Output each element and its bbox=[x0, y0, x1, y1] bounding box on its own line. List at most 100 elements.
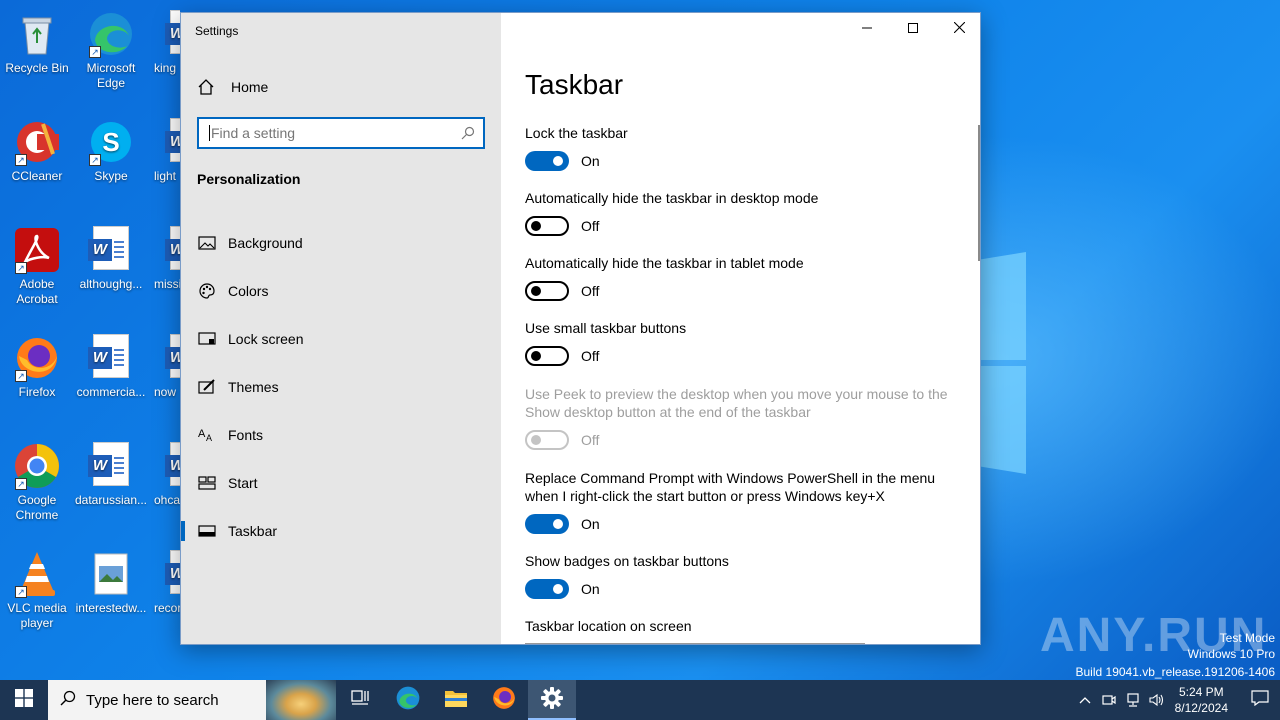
toggle-badges[interactable]: On bbox=[525, 579, 600, 599]
toggle-lock-taskbar[interactable]: On bbox=[525, 151, 600, 171]
chrome-icon: ↗ bbox=[13, 442, 61, 490]
svg-text:A: A bbox=[198, 428, 206, 440]
action-center-button[interactable] bbox=[1240, 689, 1280, 711]
desktop-icon-image-file[interactable]: interestedw... bbox=[74, 550, 148, 616]
desktop-icon-label: datarussian... bbox=[74, 493, 148, 507]
word-doc-icon: W bbox=[148, 10, 180, 58]
minimize-button[interactable] bbox=[844, 13, 890, 45]
setting-label-taskbar-location: Taskbar location on screen bbox=[525, 618, 692, 634]
desktop-icon-adobe-acrobat[interactable]: ↗ Adobe Acrobat bbox=[0, 226, 74, 307]
desktop-icon-skype[interactable]: S ↗ Skype bbox=[74, 118, 148, 184]
firefox-icon: ↗ bbox=[13, 334, 61, 382]
search-icon bbox=[60, 690, 76, 710]
setting-label-autohide-tablet: Automatically hide the taskbar in tablet… bbox=[525, 255, 804, 271]
word-doc-icon: W bbox=[148, 442, 180, 490]
maximize-button[interactable] bbox=[890, 13, 936, 45]
desktop-icon-word-doc[interactable]: W recor bbox=[148, 550, 180, 616]
sidebar-item-fonts[interactable]: AA Fonts bbox=[181, 411, 501, 459]
toggle-state-label: Off bbox=[581, 283, 600, 299]
maximize-icon bbox=[908, 20, 918, 38]
desktop-icon-word-doc[interactable]: W light bbox=[148, 118, 180, 184]
settings-window: Settings Home Find a setting Personaliza… bbox=[180, 12, 981, 645]
find-setting-input[interactable]: Find a setting bbox=[197, 117, 485, 149]
task-view-button[interactable] bbox=[336, 680, 384, 720]
word-doc-icon: W bbox=[87, 226, 135, 274]
text-caret bbox=[209, 125, 210, 141]
desktop-icon-word-doc[interactable]: W althoughg... bbox=[74, 226, 148, 292]
setting-label-lock-taskbar: Lock the taskbar bbox=[525, 125, 628, 141]
page-title: Taskbar bbox=[525, 69, 624, 100]
toggle-autohide-tablet[interactable]: Off bbox=[525, 281, 599, 301]
notification-icon bbox=[1251, 689, 1269, 711]
sidebar-item-start[interactable]: Start bbox=[181, 459, 501, 507]
desktop-icon-label: Firefox bbox=[18, 385, 56, 399]
desktop-icon-firefox[interactable]: ↗ Firefox bbox=[0, 334, 74, 400]
desktop-icon-label: missi bbox=[154, 277, 180, 291]
sidebar-item-label: Colors bbox=[228, 283, 269, 299]
volume-icon[interactable] bbox=[1145, 693, 1169, 707]
sidebar-item-taskbar[interactable]: Taskbar bbox=[181, 507, 501, 555]
desktop-icon-label: Adobe Acrobat bbox=[16, 277, 58, 306]
acrobat-icon: ↗ bbox=[13, 226, 61, 274]
desktop-icon-word-doc[interactable]: W datarussian... bbox=[74, 442, 148, 508]
palette-icon bbox=[197, 281, 217, 301]
toggle-switch[interactable] bbox=[525, 151, 569, 171]
toggle-powershell[interactable]: On bbox=[525, 514, 600, 534]
desktop-icon-recycle-bin[interactable]: Recycle Bin bbox=[0, 10, 74, 76]
desktop-icon-word-doc[interactable]: W king bbox=[148, 10, 180, 76]
desktop-icon-word-doc[interactable]: W now bbox=[148, 334, 180, 400]
taskbar-search-box[interactable]: Type here to search bbox=[48, 680, 336, 720]
start-icon bbox=[197, 473, 217, 493]
taskbar-location-dropdown[interactable] bbox=[525, 643, 865, 644]
desktop-icon-label: CCleaner bbox=[11, 169, 63, 183]
sidebar-item-label: Taskbar bbox=[228, 523, 278, 539]
desktop-icon-microsoft-edge[interactable]: ↗ Microsoft Edge bbox=[74, 10, 148, 91]
desktop-icon-google-chrome[interactable]: ↗ Google Chrome bbox=[0, 442, 74, 523]
toggle-switch[interactable] bbox=[525, 346, 569, 366]
toggle-switch[interactable] bbox=[525, 514, 569, 534]
toggle-state-label: Off bbox=[581, 348, 600, 364]
desktop-icon-word-doc[interactable]: W commercia... bbox=[74, 334, 148, 400]
close-icon bbox=[953, 20, 965, 38]
search-icon bbox=[461, 126, 475, 143]
desktop-icon-ccleaner[interactable]: ↗ CCleaner bbox=[0, 118, 74, 184]
recycle-bin-icon bbox=[13, 10, 61, 58]
desktop-icon-label: althoughg... bbox=[79, 277, 143, 291]
toggle-autohide-desktop[interactable]: Off bbox=[525, 216, 599, 236]
sidebar-item-label: Start bbox=[228, 475, 258, 491]
sidebar-item-label: Background bbox=[228, 235, 303, 251]
window-title: Settings bbox=[195, 24, 239, 38]
sidebar-item-background[interactable]: Background bbox=[181, 219, 501, 267]
meet-now-icon[interactable] bbox=[1097, 693, 1121, 707]
chevron-up-icon[interactable] bbox=[1073, 696, 1097, 704]
content-scrollbar[interactable] bbox=[978, 125, 980, 261]
desktop-icon-label: now bbox=[154, 385, 177, 399]
sidebar-item-colors[interactable]: Colors bbox=[181, 267, 501, 315]
toggle-switch[interactable] bbox=[525, 281, 569, 301]
taskbar-app-edge[interactable] bbox=[384, 680, 432, 720]
setting-label-peek: Use Peek to preview the desktop when you… bbox=[525, 386, 948, 420]
close-button[interactable] bbox=[936, 13, 980, 45]
svg-text:S: S bbox=[102, 127, 119, 157]
desktop-icon-word-doc[interactable]: W ohca bbox=[148, 442, 180, 508]
sidebar-item-label: Lock screen bbox=[228, 331, 304, 347]
vlc-icon: ↗ bbox=[13, 550, 61, 598]
taskbar-app-firefox[interactable] bbox=[480, 680, 528, 720]
network-icon[interactable] bbox=[1121, 693, 1145, 707]
taskbar-clock[interactable]: 5:24 PM 8/12/2024 bbox=[1175, 684, 1228, 716]
sidebar-item-lock-screen[interactable]: Lock screen bbox=[181, 315, 501, 363]
desktop-icon-vlc[interactable]: ↗ VLC media player bbox=[0, 550, 74, 631]
nav-home[interactable]: Home bbox=[197, 77, 268, 97]
desktop-icon-word-doc[interactable]: W missi bbox=[148, 226, 180, 292]
toggle-small-buttons[interactable]: Off bbox=[525, 346, 599, 366]
taskbar-app-settings[interactable] bbox=[528, 680, 576, 720]
toggle-switch[interactable] bbox=[525, 579, 569, 599]
personalization-nav-list: Background Colors Lock screen Themes A A… bbox=[181, 219, 501, 555]
start-button[interactable] bbox=[0, 680, 48, 720]
edge-icon: ↗ bbox=[87, 10, 135, 58]
taskbar-app-file-explorer[interactable] bbox=[432, 680, 480, 720]
toggle-switch[interactable] bbox=[525, 216, 569, 236]
sidebar-item-themes[interactable]: Themes bbox=[181, 363, 501, 411]
clock-time: 5:24 PM bbox=[1178, 685, 1224, 699]
windows-start-icon bbox=[15, 688, 33, 712]
